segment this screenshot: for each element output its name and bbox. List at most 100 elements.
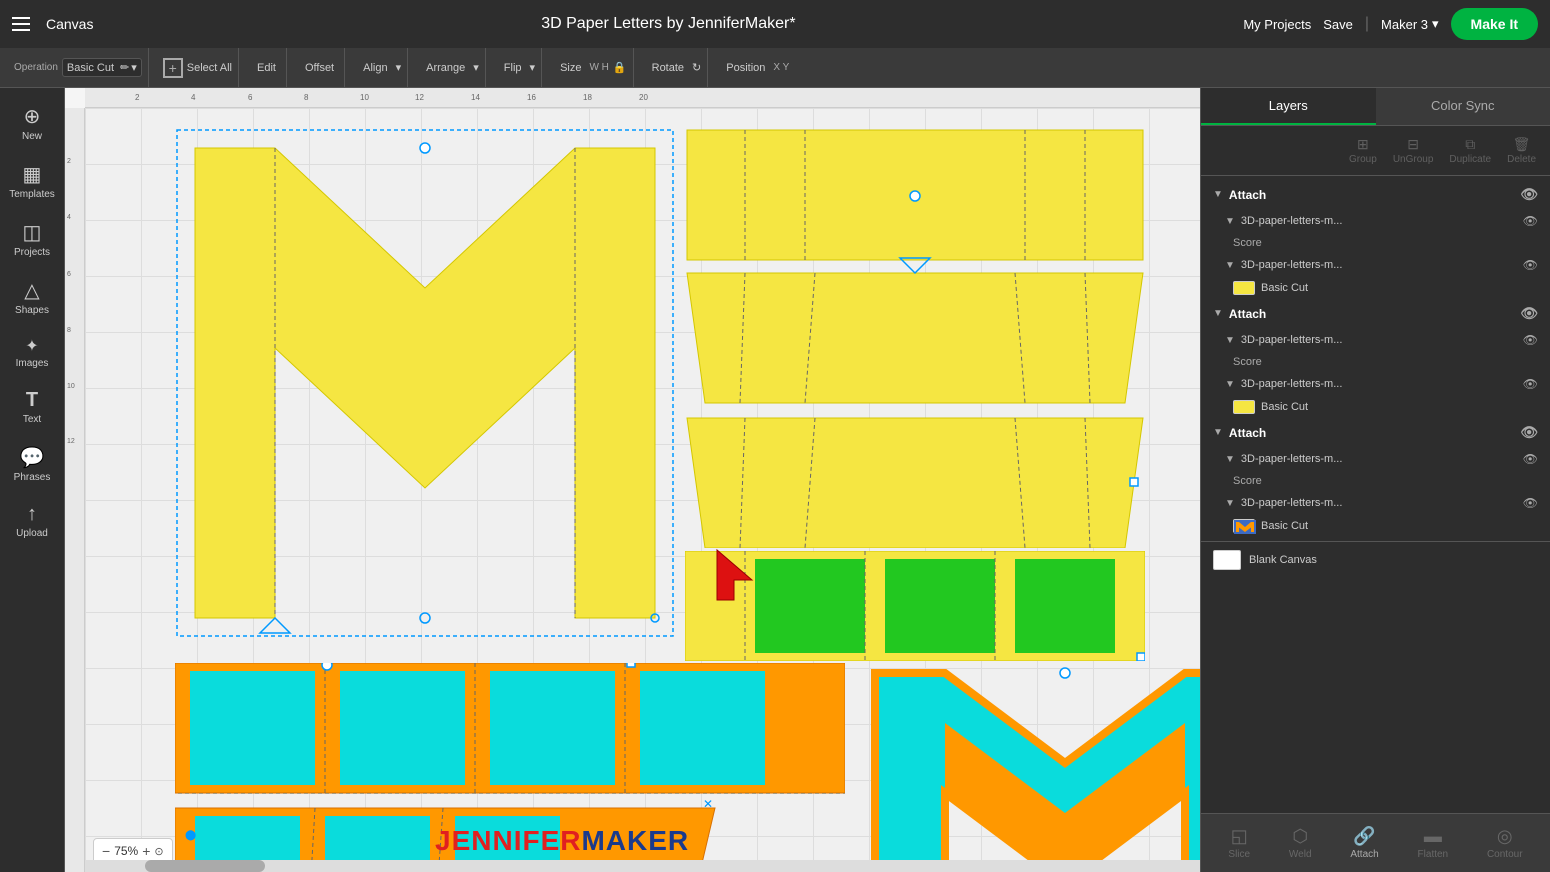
layer-item-3-1[interactable]: ▼ 3D-paper-letters-m... 👁 <box>1201 447 1550 471</box>
zoom-in-button[interactable]: + <box>142 843 150 859</box>
sidebar-item-projects[interactable]: ◫ Projects <box>0 212 64 266</box>
visibility-icon-2[interactable]: 👁 <box>1520 305 1538 322</box>
horizontal-scrollbar[interactable] <box>85 860 1200 872</box>
weld-button[interactable]: ⬡ Weld <box>1283 822 1318 864</box>
arrange-group[interactable]: Arrange ▾ <box>416 48 486 87</box>
canvas-content[interactable]: ✕ ⬤ JENNIFERMAKER <box>85 108 1200 872</box>
ungroup-button[interactable]: ⊟ UnGroup <box>1387 132 1440 169</box>
flip-button[interactable]: Flip <box>500 60 526 76</box>
flatten-button[interactable]: ▬ Flatten <box>1412 822 1455 864</box>
select-all-button[interactable] <box>163 58 183 78</box>
machine-selector[interactable]: Maker 3 ▾ <box>1381 16 1439 32</box>
operation-value: Basic Cut <box>67 62 114 74</box>
scrollbar-thumb[interactable] <box>145 860 265 872</box>
zoom-out-button[interactable]: − <box>102 843 110 859</box>
flip-group[interactable]: Flip ▾ <box>494 48 542 87</box>
templates-icon: ▦ <box>23 162 42 187</box>
tab-color-sync[interactable]: Color Sync <box>1376 88 1550 125</box>
layer-name-3-2: 3D-paper-letters-m... <box>1241 497 1517 509</box>
images-icon: ✦ <box>25 336 38 356</box>
watermark: JENNIFERMAKER <box>435 825 689 857</box>
group-button[interactable]: ⊞ Group <box>1343 132 1383 169</box>
sidebar-item-text[interactable]: T Text <box>0 381 64 433</box>
chevron-icon: ▾ <box>131 61 137 74</box>
score-label-2: Score <box>1233 356 1262 368</box>
zoom-fit-button[interactable]: ⊙ <box>154 845 163 858</box>
sidebar-item-new[interactable]: ⊕ New <box>0 96 64 150</box>
duplicate-button[interactable]: ⧉ Duplicate <box>1443 132 1497 169</box>
svg-text:✕: ✕ <box>703 797 713 811</box>
attach-label-1: Attach <box>1229 188 1266 202</box>
align-group[interactable]: Align ▾ <box>353 48 408 87</box>
layer-item-1-2[interactable]: ▼ 3D-paper-letters-m... 👁 <box>1201 253 1550 277</box>
tab-layers[interactable]: Layers <box>1201 88 1376 125</box>
attach-section-1[interactable]: ▼ Attach 👁 <box>1201 180 1550 209</box>
delete-button[interactable]: 🗑 Delete <box>1501 132 1542 169</box>
offset-button[interactable]: Offset <box>301 60 338 76</box>
align-chevron: ▾ <box>396 61 402 74</box>
offset-group[interactable]: Offset <box>295 48 345 87</box>
chevron-icon-3: ▼ <box>1213 427 1223 438</box>
rotate-group[interactable]: Rotate ↻ <box>642 48 709 87</box>
save-button[interactable]: Save <box>1323 17 1353 32</box>
attach-section-3[interactable]: ▼ Attach 👁 <box>1201 418 1550 447</box>
yellow-boxes-right[interactable] <box>685 128 1145 548</box>
size-group[interactable]: Size W H 🔒 <box>550 48 634 87</box>
sidebar-item-phrases[interactable]: 💬 Phrases <box>0 437 64 491</box>
machine-name: Maker 3 <box>1381 17 1428 32</box>
yellow-m-shape[interactable] <box>175 128 675 638</box>
my-projects-button[interactable]: My Projects <box>1243 17 1311 32</box>
layer-name-2-2: 3D-paper-letters-m... <box>1241 378 1517 390</box>
sidebar-label-text: Text <box>23 414 41 425</box>
layer-sublabel-cut-2: Basic Cut <box>1201 396 1550 418</box>
pencil-icon: ✏ <box>120 61 129 74</box>
visibility-icon-3[interactable]: 👁 <box>1520 424 1538 441</box>
slice-label: Slice <box>1228 849 1250 860</box>
slice-icon: ◱ <box>1231 826 1248 847</box>
layer-eye-3-2[interactable]: 👁 <box>1523 496 1538 510</box>
hamburger-menu[interactable] <box>12 17 30 31</box>
color-swatch-yellow-1 <box>1233 281 1255 295</box>
size-button[interactable]: Size <box>556 60 585 76</box>
contour-button[interactable]: ◎ Contour <box>1481 822 1529 864</box>
sidebar-item-images[interactable]: ✦ Images <box>0 328 64 377</box>
layer-item-2-1[interactable]: ▼ 3D-paper-letters-m... 👁 <box>1201 328 1550 352</box>
edit-group[interactable]: Edit <box>247 48 287 87</box>
watermark-part2: MAKER <box>581 825 689 856</box>
sidebar-label-upload: Upload <box>16 528 48 539</box>
layer-eye-2-2[interactable]: 👁 <box>1523 377 1538 391</box>
make-it-button[interactable]: Make It <box>1451 8 1538 40</box>
right-actions: My Projects Save | Maker 3 ▾ Make It <box>1243 8 1538 40</box>
canvas-area[interactable]: 2 4 6 8 10 12 14 16 18 20 2 4 6 8 10 12 <box>65 88 1200 872</box>
position-group[interactable]: Position X Y <box>716 48 795 87</box>
operation-label: Operation <box>14 62 58 73</box>
position-button[interactable]: Position <box>722 60 769 76</box>
layer-item-3-2[interactable]: ▼ 3D-paper-letters-m... 👁 <box>1201 491 1550 515</box>
sidebar-item-templates[interactable]: ▦ Templates <box>0 154 64 208</box>
arrange-button[interactable]: Arrange <box>422 60 469 76</box>
flatten-icon: ▬ <box>1424 826 1442 847</box>
layer-item-1-1[interactable]: ▼ 3D-paper-letters-m... 👁 <box>1201 209 1550 233</box>
sidebar-item-shapes[interactable]: △ Shapes <box>0 270 64 324</box>
attach-bottom-button[interactable]: 🔗 Attach <box>1344 822 1384 864</box>
slice-button[interactable]: ◱ Slice <box>1222 822 1256 864</box>
edit-button[interactable]: Edit <box>253 60 280 76</box>
layer-eye-1-2[interactable]: 👁 <box>1523 258 1538 272</box>
projects-icon: ◫ <box>23 220 42 245</box>
topbar: Canvas 3D Paper Letters by JenniferMaker… <box>0 0 1550 48</box>
secondary-toolbar: Operation Basic Cut ✏ ▾ Select All Edit … <box>0 48 1550 88</box>
teal-orange-m-shape[interactable] <box>865 663 1200 872</box>
align-button[interactable]: Align <box>359 60 391 76</box>
attach-icon: 🔗 <box>1353 826 1375 847</box>
sidebar-item-upload[interactable]: ↑ Upload <box>0 495 64 547</box>
attach-section-2[interactable]: ▼ Attach 👁 <box>1201 299 1550 328</box>
layer-eye-3-1[interactable]: 👁 <box>1523 452 1538 466</box>
layer-eye-1-1[interactable]: 👁 <box>1523 214 1538 228</box>
visibility-icon-1[interactable]: 👁 <box>1520 186 1538 203</box>
rotate-button[interactable]: Rotate <box>648 60 688 76</box>
flip-chevron: ▾ <box>530 61 536 74</box>
arrange-chevron: ▾ <box>473 61 479 74</box>
layer-item-2-2[interactable]: ▼ 3D-paper-letters-m... 👁 <box>1201 372 1550 396</box>
operation-select[interactable]: Basic Cut ✏ ▾ <box>62 58 142 77</box>
layer-eye-2-1[interactable]: 👁 <box>1523 333 1538 347</box>
